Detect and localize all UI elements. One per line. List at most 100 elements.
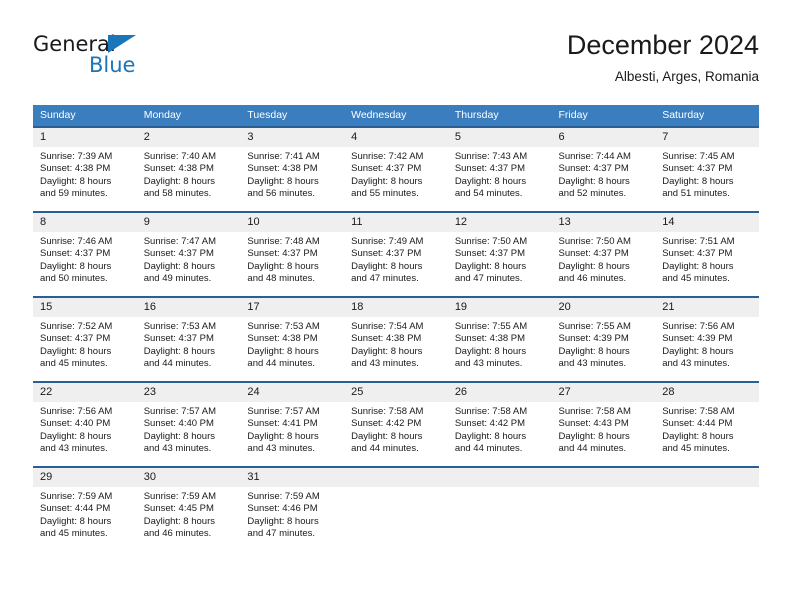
- day-cell[interactable]: 24 Sunrise: 7:57 AM Sunset: 4:41 PM Dayligh…: [240, 381, 345, 467]
- day-cell[interactable]: 14 Sunrise: 7:51 AM Sunset: 4:37 PM Dayligh…: [655, 211, 759, 297]
- sunset-text: Sunset: 4:43 PM: [558, 418, 629, 430]
- daylight-text-line1: Daylight: 8 hours: [351, 260, 423, 272]
- daylight-text-line1: Daylight: 8 hours: [143, 175, 215, 187]
- day-cell[interactable]: 26 Sunrise: 7:58 AM Sunset: 4:42 PM Dayligh…: [447, 381, 552, 467]
- daylight-text-line2: and 43 minutes.: [247, 443, 316, 455]
- sunrise-text: Sunrise: 7:47 AM: [143, 236, 217, 247]
- sunset-text: Sunset: 4:37 PM: [454, 248, 526, 260]
- day-cell[interactable]: 6 Sunrise: 7:44 AM Sunset: 4:37 PM Daylight…: [551, 126, 656, 212]
- day-details: Sunrise: 7:59 AM Sunset: 4:44 PM Daylight:…: [33, 487, 137, 541]
- daylight-text-line2: and 43 minutes.: [662, 358, 730, 370]
- day-number: 19: [447, 298, 552, 317]
- daylight-text-line2: and 47 minutes.: [247, 528, 316, 540]
- day-number: 20: [551, 298, 656, 317]
- day-cell[interactable]: 2 Sunrise: 7:40 AM Sunset: 4:38 PM Daylight…: [136, 126, 241, 212]
- calendar-page: General Blue December 2024 Albesti, Arge…: [0, 0, 792, 612]
- daylight-text-line2: and 44 minutes.: [247, 358, 316, 370]
- day-cell[interactable]: 15 Sunrise: 7:52 AM Sunset: 4:37 PM Dayligh…: [33, 296, 137, 382]
- day-cell[interactable]: 23 Sunrise: 7:57 AM Sunset: 4:40 PM Dayligh…: [136, 381, 241, 467]
- day-number: [655, 468, 759, 487]
- day-cell[interactable]: 19 Sunrise: 7:55 AM Sunset: 4:38 PM Dayligh…: [447, 296, 552, 382]
- daylight-text-line2: and 47 minutes.: [454, 273, 523, 285]
- day-cell[interactable]: 13 Sunrise: 7:50 AM Sunset: 4:37 PM Dayligh…: [551, 211, 656, 297]
- day-cell[interactable]: 1 Sunrise: 7:39 AM Sunset: 4:38 PM Daylight…: [33, 126, 137, 212]
- day-cell[interactable]: 3 Sunrise: 7:41 AM Sunset: 4:38 PM Daylight…: [240, 126, 345, 212]
- day-details: Sunrise: 7:42 AM Sunset: 4:37 PM Daylight:…: [344, 147, 448, 201]
- general-blue-logo[interactable]: General Blue: [33, 32, 233, 92]
- day-number: 13: [551, 213, 656, 232]
- day-number: [344, 468, 448, 487]
- day-cell-empty: [551, 466, 656, 551]
- daylight-text-line2: and 44 minutes.: [143, 358, 212, 370]
- sunset-text: Sunset: 4:39 PM: [662, 333, 733, 345]
- day-cell[interactable]: 9 Sunrise: 7:47 AM Sunset: 4:37 PM Daylight…: [136, 211, 241, 297]
- sunrise-text: Sunrise: 7:51 AM: [662, 236, 735, 247]
- sunrise-text: Sunrise: 7:41 AM: [247, 151, 320, 162]
- day-cell[interactable]: 12 Sunrise: 7:50 AM Sunset: 4:37 PM Dayligh…: [447, 211, 552, 297]
- day-cell[interactable]: 11 Sunrise: 7:49 AM Sunset: 4:37 PM Dayligh…: [344, 211, 448, 297]
- daylight-text-line1: Daylight: 8 hours: [247, 515, 319, 527]
- day-cell[interactable]: 20 Sunrise: 7:55 AM Sunset: 4:39 PM Dayligh…: [551, 296, 656, 382]
- daylight-text-line2: and 58 minutes.: [143, 188, 212, 200]
- daylight-text-line2: and 43 minutes.: [351, 358, 419, 370]
- daylight-text-line1: Daylight: 8 hours: [558, 430, 630, 442]
- day-cell[interactable]: 29 Sunrise: 7:59 AM Sunset: 4:44 PM Dayligh…: [33, 466, 137, 551]
- daylight-text-line1: Daylight: 8 hours: [247, 175, 319, 187]
- day-details: Sunrise: 7:54 AM Sunset: 4:38 PM Daylight:…: [344, 317, 448, 371]
- sunrise-text: Sunrise: 7:56 AM: [40, 406, 113, 417]
- day-cell[interactable]: 18 Sunrise: 7:54 AM Sunset: 4:38 PM Dayligh…: [344, 296, 448, 382]
- day-number: 21: [655, 298, 759, 317]
- daylight-text-line2: and 54 minutes.: [454, 188, 523, 200]
- sunset-text: Sunset: 4:37 PM: [40, 248, 111, 260]
- day-number: 16: [136, 298, 241, 317]
- day-cell[interactable]: 4 Sunrise: 7:42 AM Sunset: 4:37 PM Daylight…: [344, 126, 448, 212]
- day-cell[interactable]: 30 Sunrise: 7:59 AM Sunset: 4:45 PM Dayligh…: [136, 466, 241, 551]
- day-number: 11: [344, 213, 448, 232]
- daylight-text-line1: Daylight: 8 hours: [247, 345, 319, 357]
- day-number: 24: [240, 383, 345, 402]
- sunset-text: Sunset: 4:37 PM: [558, 163, 629, 175]
- day-details: Sunrise: 7:53 AM Sunset: 4:38 PM Daylight:…: [240, 317, 344, 371]
- day-details: Sunrise: 7:58 AM Sunset: 4:42 PM Daylight:…: [448, 402, 552, 456]
- day-cell[interactable]: 17 Sunrise: 7:53 AM Sunset: 4:38 PM Dayligh…: [240, 296, 345, 382]
- weekday-header-saturday: Saturday: [655, 105, 759, 127]
- day-number: 28: [655, 383, 759, 402]
- day-cell[interactable]: 25 Sunrise: 7:58 AM Sunset: 4:42 PM Dayligh…: [344, 381, 448, 467]
- day-cell[interactable]: 27 Sunrise: 7:58 AM Sunset: 4:43 PM Dayligh…: [551, 381, 656, 467]
- day-number: 12: [447, 213, 552, 232]
- sunset-text: Sunset: 4:38 PM: [143, 163, 214, 175]
- day-cell[interactable]: 8 Sunrise: 7:46 AM Sunset: 4:37 PM Daylight…: [33, 211, 137, 297]
- day-cell[interactable]: 22 Sunrise: 7:56 AM Sunset: 4:40 PM Dayligh…: [33, 381, 137, 467]
- day-number: 15: [33, 298, 137, 317]
- sunrise-text: Sunrise: 7:48 AM: [247, 236, 320, 247]
- day-number: 10: [240, 213, 345, 232]
- sunrise-text: Sunrise: 7:46 AM: [40, 236, 113, 247]
- weekday-header-friday: Friday: [551, 105, 656, 127]
- daylight-text-line1: Daylight: 8 hours: [662, 260, 734, 272]
- sunset-text: Sunset: 4:37 PM: [662, 248, 733, 260]
- sunset-text: Sunset: 4:38 PM: [247, 163, 318, 175]
- week-row: 29 Sunrise: 7:59 AM Sunset: 4:44 PM Dayligh…: [33, 466, 759, 551]
- day-cell[interactable]: 21 Sunrise: 7:56 AM Sunset: 4:39 PM Dayligh…: [655, 296, 759, 382]
- sunset-text: Sunset: 4:37 PM: [454, 163, 526, 175]
- daylight-text-line2: and 51 minutes.: [662, 188, 730, 200]
- day-cell[interactable]: 5 Sunrise: 7:43 AM Sunset: 4:37 PM Daylight…: [447, 126, 552, 212]
- day-cell[interactable]: 10 Sunrise: 7:48 AM Sunset: 4:37 PM Dayligh…: [240, 211, 345, 297]
- daylight-text-line1: Daylight: 8 hours: [351, 175, 423, 187]
- sunrise-text: Sunrise: 7:56 AM: [662, 321, 735, 332]
- daylight-text-line2: and 43 minutes.: [558, 358, 627, 370]
- day-cell[interactable]: 28 Sunrise: 7:58 AM Sunset: 4:44 PM Dayligh…: [655, 381, 759, 467]
- day-cell[interactable]: 16 Sunrise: 7:53 AM Sunset: 4:37 PM Dayligh…: [136, 296, 241, 382]
- day-details: Sunrise: 7:59 AM Sunset: 4:46 PM Daylight:…: [240, 487, 344, 541]
- daylight-text-line1: Daylight: 8 hours: [454, 260, 527, 272]
- sunrise-text: Sunrise: 7:58 AM: [558, 406, 631, 417]
- day-cell[interactable]: 7 Sunrise: 7:45 AM Sunset: 4:37 PM Daylight…: [655, 126, 759, 212]
- day-details: [552, 487, 656, 491]
- sunrise-text: Sunrise: 7:45 AM: [662, 151, 735, 162]
- sunset-text: Sunset: 4:37 PM: [247, 248, 318, 260]
- day-number: 5: [447, 128, 552, 147]
- day-details: [655, 487, 759, 491]
- weekday-header-sunday: Sunday: [33, 105, 137, 127]
- day-cell[interactable]: 31 Sunrise: 7:59 AM Sunset: 4:46 PM Dayligh…: [240, 466, 345, 551]
- daylight-text-line1: Daylight: 8 hours: [454, 345, 527, 357]
